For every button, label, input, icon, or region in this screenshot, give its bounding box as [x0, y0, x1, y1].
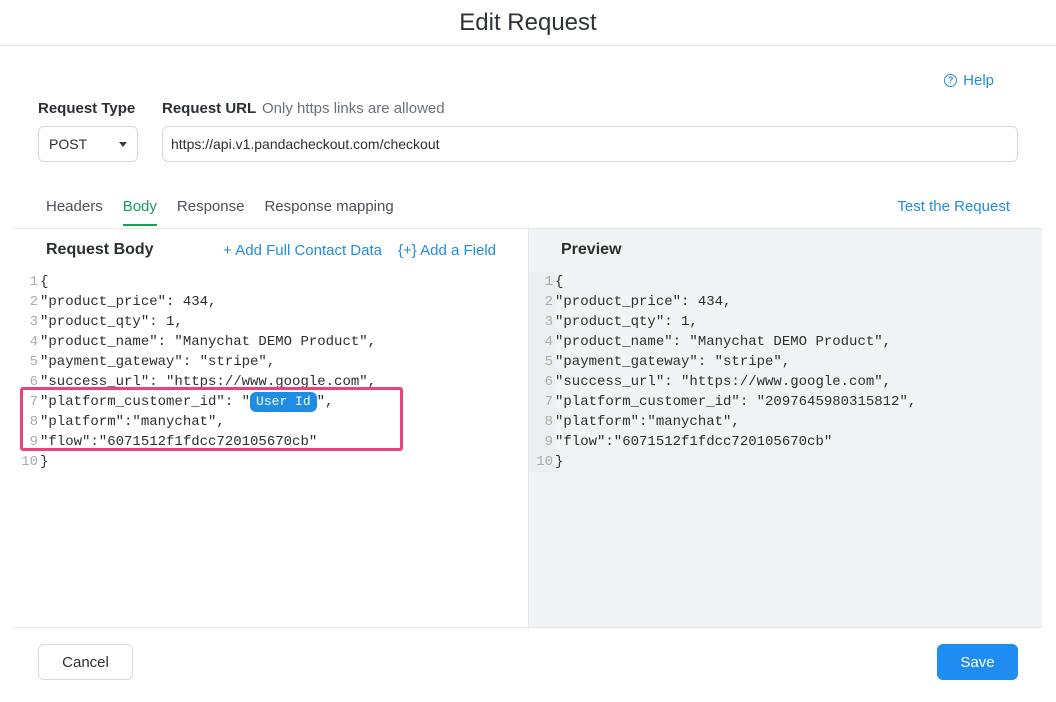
- line-number: 3: [29, 314, 38, 330]
- code-line: 2 "product_price": 434,: [529, 292, 916, 312]
- code-text: "product_name": "Manychat DEMO Product",: [555, 334, 892, 350]
- code-text: "payment_gateway": "stripe",: [555, 354, 791, 370]
- code-line: 5 "payment_gateway": "stripe",: [529, 352, 916, 372]
- line-number: 7: [529, 392, 555, 412]
- footer-divider: [14, 627, 1042, 628]
- line-number: 3: [529, 312, 555, 332]
- code-line: 3 "product_qty": 1,: [529, 312, 916, 332]
- tab-body[interactable]: Body: [122, 190, 157, 226]
- request-url-label: Request URL: [162, 100, 257, 117]
- code-text: }: [555, 454, 564, 470]
- code-line: 7 "platform_customer_id": "20976459803158…: [529, 392, 916, 412]
- line-number: 9: [529, 432, 555, 452]
- line-number: 2: [529, 292, 555, 312]
- help-label: Help: [963, 72, 994, 89]
- save-button[interactable]: Save: [937, 644, 1018, 680]
- tab-response-mapping[interactable]: Response mapping: [264, 190, 393, 226]
- request-type-select[interactable]: POST: [38, 126, 138, 162]
- line-number: 5: [29, 354, 38, 370]
- line-number: 1: [29, 274, 38, 290]
- code-text: }: [40, 454, 49, 470]
- preview-panel: Preview 1{2 "product_price": 434, 3 "produc…: [528, 228, 1042, 628]
- code-text: "payment_gateway": "stripe",: [40, 354, 276, 370]
- line-number: 6: [529, 372, 555, 392]
- preview-title: Preview: [561, 241, 622, 258]
- modal-header: Edit Request: [0, 0, 1056, 46]
- line-number: 4: [29, 334, 38, 350]
- request-type-label: Request Type: [38, 100, 136, 117]
- code-text: "product_qty": 1,: [555, 314, 698, 330]
- code-text: "product_price": 434,: [40, 294, 217, 310]
- code-line: 4 "product_name": "Manychat DEMO Product"…: [14, 332, 376, 352]
- code-line: 1{: [14, 272, 376, 292]
- line-number: 10: [21, 454, 38, 470]
- preview-code: 1{2 "product_price": 434, 3 "product_qty": …: [529, 272, 916, 472]
- add-full-contact-data-link[interactable]: + Add Full Contact Data: [223, 242, 382, 259]
- request-type-value: POST: [49, 136, 88, 152]
- code-text: "product_qty": 1,: [40, 314, 183, 330]
- code-line: 5 "payment_gateway": "stripe",: [14, 352, 376, 372]
- code-line: 1{: [529, 272, 916, 292]
- code-text: "flow":"6071512f1fdcc720105670cb": [555, 434, 833, 450]
- add-field-link[interactable]: {+} Add a Field: [398, 242, 496, 259]
- code-line: 4 "product_name": "Manychat DEMO Product"…: [529, 332, 916, 352]
- code-line: 8 "platform":"manychat",: [529, 412, 916, 432]
- code-text: "platform_customer_id": "209764598031581…: [555, 394, 917, 410]
- tab-response[interactable]: Response: [177, 190, 245, 226]
- code-line: 6 "success_url": "https://www.google.com"…: [529, 372, 916, 392]
- request-url-input[interactable]: [162, 126, 1018, 162]
- help-link[interactable]: ? Help: [944, 72, 994, 89]
- chevron-down-icon: [119, 141, 127, 147]
- line-number: 2: [29, 294, 38, 310]
- line-number: 4: [529, 332, 555, 352]
- code-line: 3 "product_qty": 1,: [14, 312, 376, 332]
- question-circle-icon: ?: [944, 74, 958, 87]
- line-number: 5: [529, 352, 555, 372]
- code-text: "product_name": "Manychat DEMO Product",: [40, 334, 377, 350]
- page-title: Edit Request: [459, 9, 597, 36]
- tab-bar: Headers Body Response Response mapping: [46, 190, 414, 228]
- cancel-button[interactable]: Cancel: [38, 644, 133, 680]
- request-body-title: Request Body: [46, 241, 154, 258]
- test-request-link[interactable]: Test the Request: [897, 198, 1010, 215]
- code-line: 2 "product_price": 434,: [14, 292, 376, 312]
- code-text: "product_price": 434,: [555, 294, 732, 310]
- code-line: 10}: [529, 452, 916, 472]
- tab-headers[interactable]: Headers: [46, 190, 103, 226]
- code-line: 10}: [14, 452, 376, 472]
- line-number: 8: [529, 412, 555, 432]
- line-number: 1: [529, 272, 555, 292]
- code-text: {: [40, 274, 49, 290]
- code-line: 9 "flow":"6071512f1fdcc720105670cb": [529, 432, 916, 452]
- code-text: "success_url": "https://www.google.com",: [555, 374, 892, 390]
- body-actions: + Add Full Contact Data {+} Add a Field: [223, 242, 496, 259]
- code-text: {: [555, 274, 564, 290]
- code-text: "platform":"manychat",: [555, 414, 740, 430]
- request-url-hint: Only https links are allowed: [262, 100, 445, 117]
- line-number: 10: [529, 452, 555, 472]
- highlight-annotation: [20, 387, 403, 451]
